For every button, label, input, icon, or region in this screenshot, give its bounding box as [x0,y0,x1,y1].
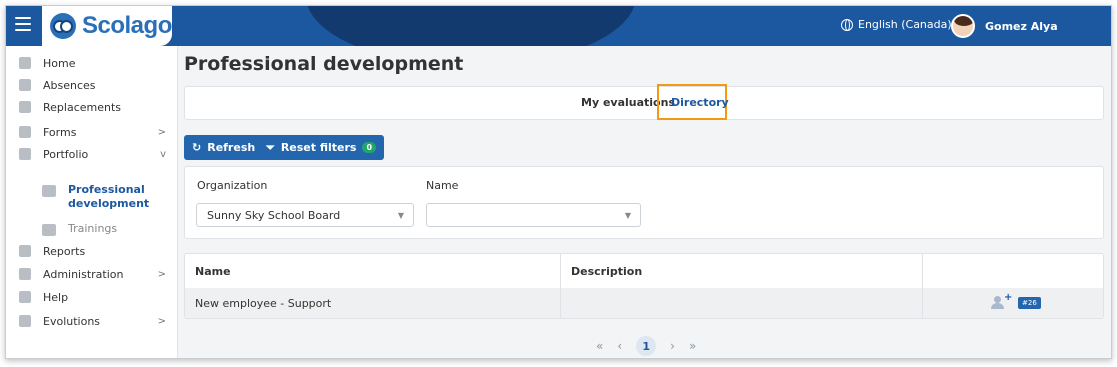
sidebar-item-label: Administration [43,267,124,281]
sidebar-item-portfolio[interactable]: Portfolio v [6,143,178,165]
gear-icon [19,268,31,280]
tab-bar: My evaluations Directory [184,84,1104,120]
sidebar-item-label: Forms [43,125,77,139]
current-page[interactable]: 1 [636,336,657,356]
sidebar-item-evolutions[interactable]: Evolutions > [6,310,178,332]
prev-page-button[interactable]: ‹ [617,339,622,353]
hamburger-menu-icon[interactable] [15,17,31,33]
absences-icon [19,79,31,91]
sidebar-item-label: Help [43,290,69,304]
page-title: Professional development [184,53,464,75]
forms-icon [19,126,31,138]
owl-logo-icon [50,13,76,39]
chevron-right-icon: > [157,315,166,327]
cell-name: New employee - Support [185,288,561,318]
sidebar-item-absences[interactable]: Absences [6,74,178,96]
next-page-button[interactable]: › [670,339,675,353]
sidebar-subitem-label: Trainings [68,222,118,235]
app-logo[interactable]: Scolago [42,6,172,46]
user-menu[interactable]: Gomez Alya [951,14,1058,38]
sprout-icon [19,315,31,327]
organization-value: Sunny Sky School Board [207,208,341,222]
sidebar-item-label: Portfolio [43,147,89,161]
refresh-button-label: Refresh [207,141,256,154]
sidebar-item-replacements[interactable]: Replacements [6,96,178,118]
filter-icon: ⏷ [266,140,275,154]
reset-filters-button[interactable]: ⏷ Reset filters 0 [258,135,385,160]
home-icon [19,57,31,69]
column-header-actions [923,254,1103,288]
chevron-right-icon: > [157,126,166,138]
organization-label: Organization [197,179,268,192]
sidebar-item-forms[interactable]: Forms > [6,121,178,143]
sidebar-item-label: Reports [43,244,86,258]
user-name: Gomez Alya [985,19,1058,33]
reset-filters-button-label: Reset filters [280,141,357,154]
app-window: Scolago English (Canada) Gomez Alya Home… [5,5,1112,359]
sidebar-item-label: Replacements [43,100,122,114]
sidebar-item-administration[interactable]: Administration > [6,263,178,285]
first-page-button[interactable]: « [596,339,603,353]
pagination: « ‹ 1 › » [596,336,696,356]
name-select[interactable]: ▼ [426,203,641,227]
id-badge: #26 [1018,297,1041,309]
chevron-down-icon: ▼ [397,210,404,220]
cell-description [561,288,923,318]
results-table: Name Description New employee - Support … [184,253,1104,319]
language-label: English (Canada) [858,18,952,31]
replacements-icon [19,101,31,113]
name-label: Name [426,179,459,192]
globe-icon [841,18,853,31]
trophy-icon [19,148,31,160]
sidebar-item-reports[interactable]: Reports [6,240,178,262]
column-header-description[interactable]: Description [561,254,923,288]
sidebar-subitem-trainings[interactable]: Trainings [6,222,178,236]
sidebar-item-label: Absences [43,78,96,92]
sidebar: Home Absences Replacements Forms > Portf… [6,46,178,358]
professional-development-icon [42,185,56,197]
chevron-down-icon: ▼ [624,210,631,220]
sidebar-item-home[interactable]: Home [6,52,178,74]
sidebar-subitem-label: Professional development [68,183,150,210]
top-bar: Scolago English (Canada) Gomez Alya [6,6,1111,46]
sidebar-subitem-professional-development[interactable]: Professional development [6,183,178,211]
filter-count-badge: 0 [362,142,377,153]
sidebar-item-help[interactable]: Help [6,286,178,308]
header-decoration [306,6,636,46]
refresh-button[interactable]: ↻ Refresh [184,135,264,160]
avatar [951,14,975,38]
last-page-button[interactable]: » [689,339,696,353]
column-header-name[interactable]: Name [185,254,561,288]
graduation-cap-icon [42,224,56,236]
refresh-icon: ↻ [192,141,202,154]
help-icon [19,291,31,303]
chevron-down-icon: v [160,148,166,160]
add-user-icon[interactable]: + [991,292,1012,310]
language-selector[interactable]: English (Canada) [841,18,952,31]
table-row[interactable]: New employee - Support + #26 [185,288,1103,318]
app-name: Scolago [82,12,172,39]
sidebar-item-label: Evolutions [43,314,101,328]
chevron-right-icon: > [157,268,166,280]
filters-panel: Organization Sunny Sky School Board ▼ Na… [184,166,1104,239]
sidebar-item-label: Home [43,56,76,70]
tab-directory[interactable]: Directory [671,96,729,109]
reports-icon [19,245,31,257]
organization-select[interactable]: Sunny Sky School Board ▼ [196,203,414,227]
